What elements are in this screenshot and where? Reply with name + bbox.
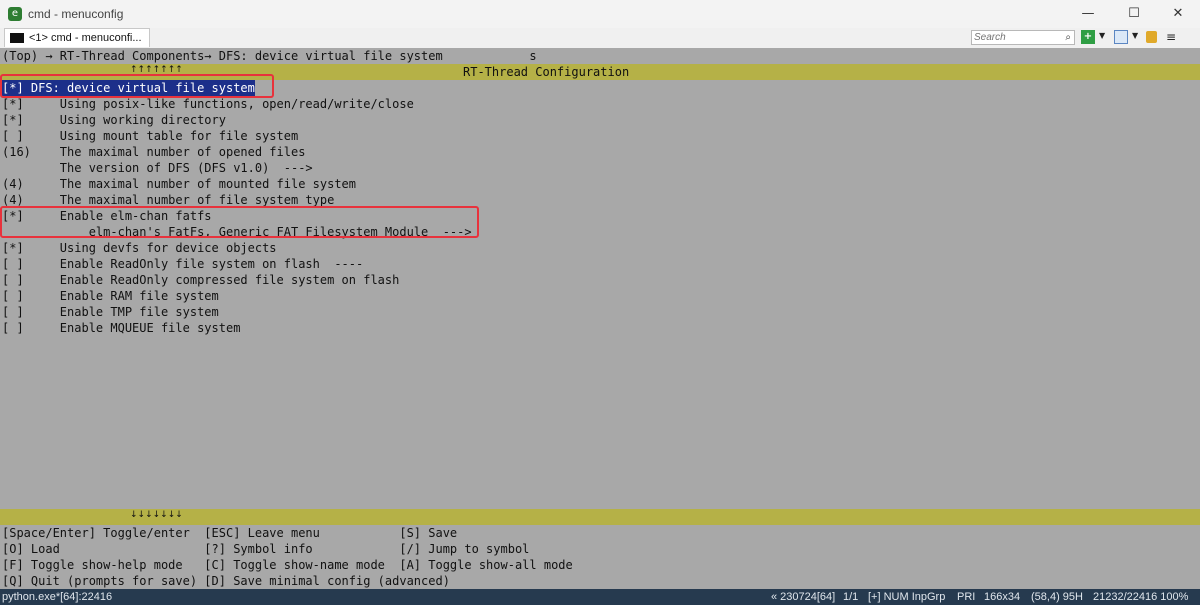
menu-item-max-opened-files[interactable]: (16) The maximal number of opened files xyxy=(2,144,305,160)
console-icon xyxy=(10,33,24,43)
footer-bar: ↓↓↓↓↓↓↓ xyxy=(0,509,1200,525)
menu-item-dfs-version[interactable]: The version of DFS (DFS v1.0) ---> xyxy=(2,160,313,176)
header-title: RT-Thread Configuration xyxy=(463,65,630,79)
menu-item-devfs[interactable]: [*] Using devfs for device objects xyxy=(2,240,277,256)
minimize-button[interactable]: — xyxy=(1074,4,1102,24)
menu-item-max-mounted[interactable]: (4) The maximal number of mounted file s… xyxy=(2,176,356,192)
search-input[interactable] xyxy=(974,31,1056,44)
search-box[interactable]: ⌕ xyxy=(971,30,1075,45)
terminal[interactable]: (Top) → RT-Thread Components→ DFS: devic… xyxy=(0,48,1200,589)
status-bar: python.exe*[64]:22416 « 230724[64] 1/1 [… xyxy=(0,589,1200,605)
help-line-1: [Space/Enter] Toggle/enter [ESC] Leave m… xyxy=(2,526,458,540)
status-pid-zoom[interactable]: 21232/22416 100% xyxy=(1093,589,1188,605)
menu-item-working-dir[interactable]: [*] Using working directory xyxy=(2,112,226,128)
menu-item-mqueue[interactable]: [ ] Enable MQUEUE file system xyxy=(2,320,240,336)
layout-icon[interactable] xyxy=(1114,30,1128,44)
tab-cmd-menuconfig[interactable]: <1> cmd - menuconfi... xyxy=(4,28,150,47)
highlight-box-elm-fatfs xyxy=(0,206,479,238)
status-priority[interactable]: PRI xyxy=(957,589,975,605)
close-button[interactable]: ✕ xyxy=(1164,4,1192,24)
tab-label: <1> cmd - menuconfi... xyxy=(29,32,142,44)
menu-item-romfs[interactable]: [ ] Enable ReadOnly file system on flash… xyxy=(2,256,363,272)
menu-item-posix[interactable]: [*] Using posix-like functions, open/rea… xyxy=(2,96,414,112)
status-cursor[interactable]: (58,4) 95H xyxy=(1031,589,1083,605)
tab-bar: <1> cmd - menuconfi... ⌕ + ▼ ▼ ≡ xyxy=(0,28,1200,49)
scroll-down-indicator: ↓↓↓↓↓↓↓ xyxy=(130,510,183,520)
conemu-app-icon: e xyxy=(8,7,22,21)
search-icon[interactable]: ⌕ xyxy=(1065,32,1071,43)
menu-item-ramfs[interactable]: [ ] Enable RAM file system xyxy=(2,288,219,304)
breadcrumb: (Top) → RT-Thread Components→ DFS: devic… xyxy=(2,49,537,63)
status-size[interactable]: 166x34 xyxy=(984,589,1020,605)
status-mode[interactable]: [+] NUM InpGrp xyxy=(868,589,945,605)
status-process[interactable]: python.exe*[64]:22416 xyxy=(2,589,112,605)
status-build[interactable]: « 230724[64] xyxy=(771,589,835,605)
maximize-button[interactable]: ☐ xyxy=(1120,4,1148,24)
menu-item-cromfs[interactable]: [ ] Enable ReadOnly compressed file syst… xyxy=(2,272,399,288)
new-console-plus-icon[interactable]: + xyxy=(1081,30,1095,44)
title-bar: e cmd - menuconfig — ☐ ✕ xyxy=(0,0,1200,28)
highlight-box-dfs xyxy=(0,74,274,98)
status-page[interactable]: 1/1 xyxy=(843,589,858,605)
layout-dropdown-icon[interactable]: ▼ xyxy=(1132,31,1138,40)
menu-item-mount-table[interactable]: [ ] Using mount table for file system xyxy=(2,128,298,144)
help-line-2: [O] Load [?] Symbol info [/] Jump to sym… xyxy=(2,542,530,556)
menu-item-tmpfs[interactable]: [ ] Enable TMP file system xyxy=(2,304,219,320)
help-line-4: [Q] Quit (prompts for save) [D] Save min… xyxy=(2,574,450,588)
lock-icon[interactable] xyxy=(1146,31,1157,43)
menu-icon[interactable]: ≡ xyxy=(1164,30,1178,44)
new-console-dropdown-icon[interactable]: ▼ xyxy=(1099,31,1105,40)
window-title: cmd - menuconfig xyxy=(28,7,124,21)
help-line-3: [F] Toggle show-help mode [C] Toggle sho… xyxy=(2,558,573,572)
